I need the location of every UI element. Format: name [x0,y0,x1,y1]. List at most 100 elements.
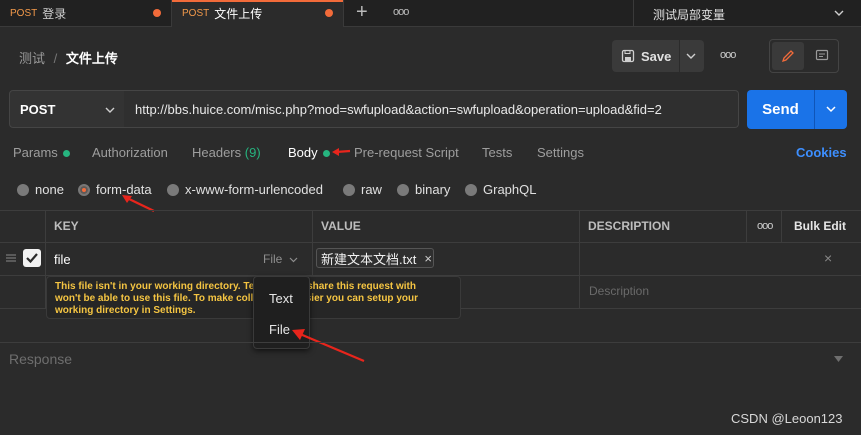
remove-file-icon[interactable]: × [424,251,432,266]
tab-params[interactable]: Params [13,145,70,160]
tab-body[interactable]: Body [288,145,330,160]
page-title: 文件上传 [65,51,118,66]
menu-item-text[interactable]: Text [254,283,311,313]
more-actions-button[interactable]: ooo [720,49,736,61]
tab-authorization-label: Authorization [92,145,168,160]
key-input[interactable]: file [54,252,71,267]
save-button[interactable]: Save [612,40,678,72]
send-label: Send [762,101,799,118]
url-input[interactable]: http://bbs.huice.com/misc.php?mod=swfupl… [124,90,739,128]
environment-label: 测试局部变量 [653,8,726,22]
type-label: File [263,252,283,266]
radio-graphql[interactable]: GraphQL [465,182,536,197]
save-icon [621,49,635,63]
breadcrumb-parent[interactable]: 测试 [19,51,45,66]
radio-label: raw [361,182,382,197]
breadcrumb-separator: / [53,51,58,66]
caret-down-icon[interactable] [834,356,843,362]
watermark: CSDN @Leoon123 [731,411,843,426]
documentation-button[interactable] [806,42,838,70]
column-header-description: DESCRIPTION [588,219,671,233]
response-label: Response [9,351,73,367]
tooltip-line: asier you can setup your [300,293,418,304]
pane-divider [0,342,861,343]
annotation-arrow-icon [292,329,365,363]
divider [679,40,680,72]
tab-tests-label: Tests [482,145,513,160]
request-tab-login[interactable]: POST 登录 [0,0,172,27]
tab-settings[interactable]: Settings [537,145,584,160]
radio-none[interactable]: none [17,182,64,197]
unsaved-dot-icon [325,9,333,17]
tab-settings-label: Settings [537,145,584,160]
table-border [746,210,747,242]
send-options-button[interactable] [815,90,847,129]
tab-pre-request-script[interactable]: Pre-request Script [354,145,459,160]
radio-binary[interactable]: binary [397,182,450,197]
description-placeholder[interactable]: Description [589,284,649,298]
tab-label: 文件上传 [214,7,263,21]
chevron-down-icon[interactable] [686,53,696,60]
tooltip-line: won't be able to use this file. To make … [55,293,254,304]
radio-icon [343,183,355,196]
tab-tests[interactable]: Tests [482,145,512,160]
save-button-group: Save [612,40,704,72]
tab-params-label: Params [13,145,58,160]
radio-raw[interactable]: raw [343,182,382,197]
file-chip[interactable]: 新建文本文档.txt × [316,248,434,268]
chevron-down-icon [826,106,836,113]
status-dot-icon [322,150,330,158]
radio-label: binary [415,182,451,197]
tab-method: POST [10,8,38,19]
radio-label: none [35,182,64,197]
method-label: POST [20,101,56,117]
url-text: http://bbs.huice.com/misc.php?mod=swfupl… [135,101,662,117]
radio-label: GraphQL [483,182,537,197]
table-border [579,210,580,308]
tab-headers-label: Headers [192,145,242,160]
table-border [781,210,782,242]
status-dot-icon [62,150,70,158]
cookies-link[interactable]: Cookies [796,145,847,160]
row-enabled-checkbox[interactable] [23,249,41,267]
chevron-down-icon [834,10,844,16]
column-header-value: VALUE [321,219,361,233]
radio-icon [167,183,179,196]
delete-row-icon[interactable]: × [824,250,832,266]
tab-label: 登录 [42,7,67,21]
radio-selected-icon [78,183,90,196]
table-more-button[interactable]: ooo [757,220,773,232]
environment-selector[interactable]: 测试局部变量 [633,0,861,27]
tab-headers[interactable]: Headers (9) [192,145,261,160]
unsaved-dot-icon [153,9,161,17]
tab-body-label: Body [288,145,318,160]
method-select[interactable]: POST [9,90,125,128]
radio-icon [17,183,29,196]
pencil-icon [781,50,794,63]
tab-more-button[interactable]: ooo [393,6,409,18]
table-border [0,210,861,211]
send-button[interactable]: Send [747,90,814,129]
radio-x-www-form-urlencoded[interactable]: x-www-form-urlencoded [167,182,323,197]
annotation-arrow-icon [332,148,351,156]
radio-icon [397,183,409,196]
save-label: Save [641,48,672,64]
radio-icon [465,183,477,196]
request-tab-upload[interactable]: POST 文件上传 [172,0,344,27]
radio-label: x-www-form-urlencoded [185,182,323,197]
column-header-key: KEY [54,219,79,233]
tab-authorization[interactable]: Authorization [92,145,168,160]
edit-mode-button[interactable] [772,42,804,70]
breadcrumb: 测试 / 文件上传 [19,48,118,67]
drag-handle-icon[interactable] [5,253,17,263]
tab-headers-count: (9) [244,145,261,160]
add-tab-button[interactable]: + [356,1,368,24]
file-name: 新建文本文档.txt [321,251,417,267]
type-select[interactable]: File [263,252,298,266]
bulk-edit-button[interactable]: Bulk Edit [794,219,846,233]
tab-pre-request-label: Pre-request Script [354,145,459,160]
chevron-down-icon [105,107,115,113]
comment-icon [815,49,829,61]
view-toggle [769,39,839,73]
checkmark-icon [26,253,38,264]
